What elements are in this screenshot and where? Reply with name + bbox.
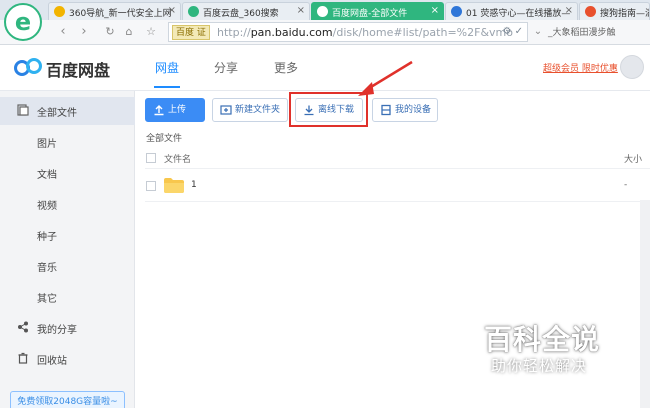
trash-icon [18, 352, 28, 364]
baidu-pan-logo-icon [14, 58, 42, 76]
close-icon[interactable]: × [565, 5, 573, 16]
browser-tab[interactable]: 360导航_新一代安全上网 × [48, 2, 181, 20]
avatar[interactable] [620, 55, 644, 79]
new-folder-label: 新建文件夹 [235, 105, 281, 115]
sidebar-item-my-shares[interactable]: 我的分享 [0, 314, 135, 342]
logo-text: 百度网盘 [46, 61, 111, 80]
sidebar-item-label: 音乐 [37, 263, 57, 274]
sidebar-item-label: 全部文件 [37, 108, 77, 119]
verified-badge: 百度 证 [172, 25, 210, 40]
sidebar-item-videos[interactable]: 视频 [0, 190, 135, 218]
sidebar-item-recycle-bin[interactable]: 回收站 [0, 345, 135, 373]
browser-tab[interactable]: 搜狗指南—满 [579, 2, 650, 20]
url-text: http://pan.baidu.com/disk/home#list/path… [217, 26, 513, 39]
browser-tab[interactable]: 百度云盘_360搜索 × [182, 2, 310, 20]
tab-title: 百度云盘_360搜索 [203, 9, 279, 19]
file-name[interactable]: 1 [191, 180, 197, 190]
browser-tab[interactable]: 01 荧惑守心—在线播放— × [445, 2, 578, 20]
browser-tab-bar: 360导航_新一代安全上网 × 百度云盘_360搜索 × 百度网盘-全部文件 ×… [0, 0, 650, 20]
tab-favicon-icon [188, 6, 199, 17]
refresh-icon[interactable]: ↻ [102, 24, 118, 40]
free-storage-promo[interactable]: 免费领取2048G容量啦~ [10, 391, 125, 408]
address-bar: ‹ › ↻ ⌂ ☆ 百度 证 http://pan.baidu.com/disk… [0, 20, 650, 45]
vip-promo-link[interactable]: 超级会员 限时优惠 [543, 61, 618, 74]
sidebar-item-label: 文档 [37, 170, 57, 181]
upload-label: 上传 [168, 105, 187, 115]
row-checkbox[interactable] [146, 181, 156, 191]
sidebar-item-label: 回收站 [37, 356, 67, 367]
tab-title: 01 荧惑守心—在线播放— [466, 9, 571, 19]
home-icon[interactable]: ⌂ [121, 24, 137, 40]
sidebar-item-all-files[interactable]: 全部文件 [0, 97, 135, 125]
sidebar-item-label: 视频 [37, 201, 57, 212]
url-actions-icon[interactable]: ⚙ ✓ [502, 26, 523, 37]
favorite-star-icon[interactable]: ☆ [143, 24, 159, 40]
nav-share[interactable]: 分享 [214, 59, 238, 76]
file-list-header: 文件名 大小 [145, 147, 650, 169]
sidebar: 全部文件 图片 文档 视频 种子 音乐 其它 我的分享 回收站 免费领取2048… [0, 91, 135, 408]
sidebar-item-music[interactable]: 音乐 [0, 252, 135, 280]
files-icon [17, 104, 29, 116]
nav-pan[interactable]: 网盘 [155, 59, 179, 76]
sidebar-item-images[interactable]: 图片 [0, 128, 135, 156]
share-icon [18, 321, 28, 333]
svg-text:e: e [15, 8, 31, 36]
tab-title: 360导航_新一代安全上网 [69, 9, 172, 19]
close-icon[interactable]: × [168, 5, 176, 16]
tab-favicon-icon [585, 6, 596, 17]
browser-logo-icon: e [4, 3, 42, 41]
file-size: - [624, 180, 628, 190]
tab-favicon-icon [451, 6, 462, 17]
new-folder-button[interactable]: 新建文件夹 [212, 98, 288, 122]
browser-tab-active[interactable]: 百度网盘-全部文件 × [311, 2, 444, 20]
select-all-checkbox[interactable] [146, 153, 156, 163]
watermark-title: 百科全说 [484, 323, 601, 356]
annotation-arrow-icon [358, 60, 413, 96]
forward-icon[interactable]: › [76, 24, 92, 40]
tab-title: 百度网盘-全部文件 [332, 9, 408, 19]
back-icon[interactable]: ‹ [55, 24, 71, 40]
breadcrumb[interactable]: 全部文件 [146, 131, 182, 144]
watermark-subtitle: 助你轻松解决 [491, 357, 588, 375]
sidebar-item-torrents[interactable]: 种子 [0, 221, 135, 249]
scrollbar[interactable] [640, 200, 650, 408]
new-folder-icon [220, 105, 232, 115]
sidebar-item-other[interactable]: 其它 [0, 283, 135, 311]
column-header-name[interactable]: 文件名 [164, 152, 191, 165]
nav-more[interactable]: 更多 [274, 59, 298, 76]
sidebar-item-documents[interactable]: 文档 [0, 159, 135, 187]
tab-favicon-icon [317, 6, 328, 17]
close-icon[interactable]: × [431, 5, 439, 16]
sidebar-item-label: 种子 [37, 232, 57, 243]
dropdown-icon[interactable]: ⌄ [530, 24, 546, 40]
column-header-size[interactable]: 大小 [624, 152, 642, 165]
folder-icon [164, 178, 184, 193]
sidebar-item-label: 图片 [37, 139, 57, 150]
search-suggest[interactable]: _大象稻田漫步触 [548, 25, 616, 38]
sidebar-item-label: 我的分享 [37, 325, 77, 336]
upload-icon [154, 105, 164, 116]
tab-favicon-icon [54, 6, 65, 17]
tab-title: 搜狗指南—满 [600, 9, 650, 19]
sidebar-item-label: 其它 [37, 294, 57, 305]
upload-button[interactable]: 上传 [145, 98, 205, 122]
url-input[interactable]: 百度 证 http://pan.baidu.com/disk/home#list… [168, 22, 528, 42]
nav-active-indicator [154, 86, 180, 88]
close-icon[interactable]: × [297, 5, 305, 16]
table-row[interactable]: 1 - [145, 170, 650, 202]
